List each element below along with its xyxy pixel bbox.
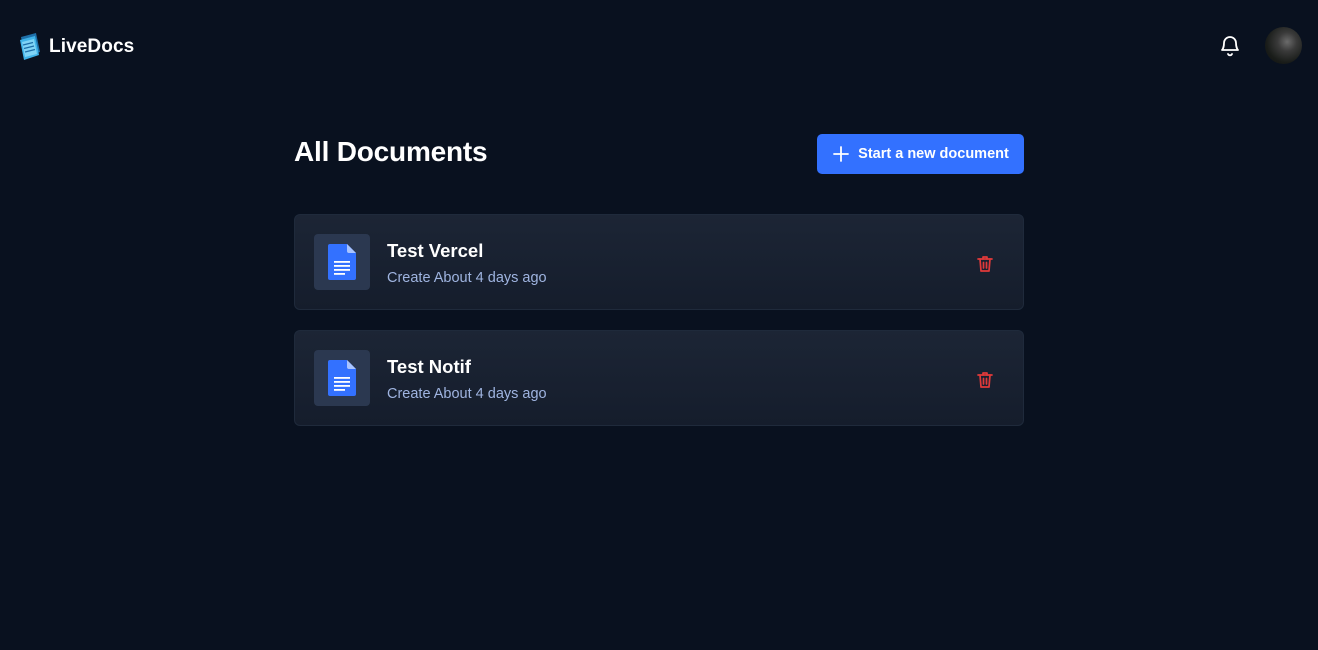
document-thumbnail bbox=[314, 234, 370, 290]
document-list: Test Vercel Create About 4 days ago Test… bbox=[294, 214, 1024, 446]
document-icon bbox=[328, 244, 356, 280]
start-new-document-button[interactable]: Start a new document bbox=[817, 134, 1024, 174]
livedocs-logo-icon bbox=[20, 33, 40, 60]
documents-section: All Documents Start a new document Test … bbox=[294, 134, 1024, 426]
plus-icon bbox=[833, 146, 850, 162]
document-title: Test Notif bbox=[387, 356, 471, 377]
title-row: All Documents Start a new document bbox=[294, 134, 1024, 174]
document-title: Test Vercel bbox=[387, 240, 484, 261]
document-card[interactable]: Test Notif Create About 4 days ago bbox=[294, 330, 1024, 426]
notifications-button[interactable] bbox=[1218, 34, 1242, 58]
document-thumbnail bbox=[314, 350, 370, 406]
document-icon bbox=[328, 360, 356, 396]
bell-icon bbox=[1221, 36, 1239, 57]
document-created-time: Create About 4 days ago bbox=[387, 386, 547, 402]
app-name: LiveDocs bbox=[49, 36, 135, 57]
delete-document-button[interactable] bbox=[975, 254, 995, 274]
document-card[interactable]: Test Vercel Create About 4 days ago bbox=[294, 214, 1024, 310]
trash-icon bbox=[977, 372, 993, 388]
document-created-time: Create About 4 days ago bbox=[387, 270, 547, 286]
user-avatar[interactable] bbox=[1265, 27, 1302, 64]
trash-icon bbox=[977, 256, 993, 272]
page-title: All Documents bbox=[294, 136, 488, 167]
start-new-document-label: Start a new document bbox=[858, 146, 1009, 162]
top-bar: LiveDocs bbox=[0, 0, 1318, 92]
app-logo[interactable]: LiveDocs bbox=[18, 31, 134, 63]
delete-document-button[interactable] bbox=[975, 370, 995, 390]
